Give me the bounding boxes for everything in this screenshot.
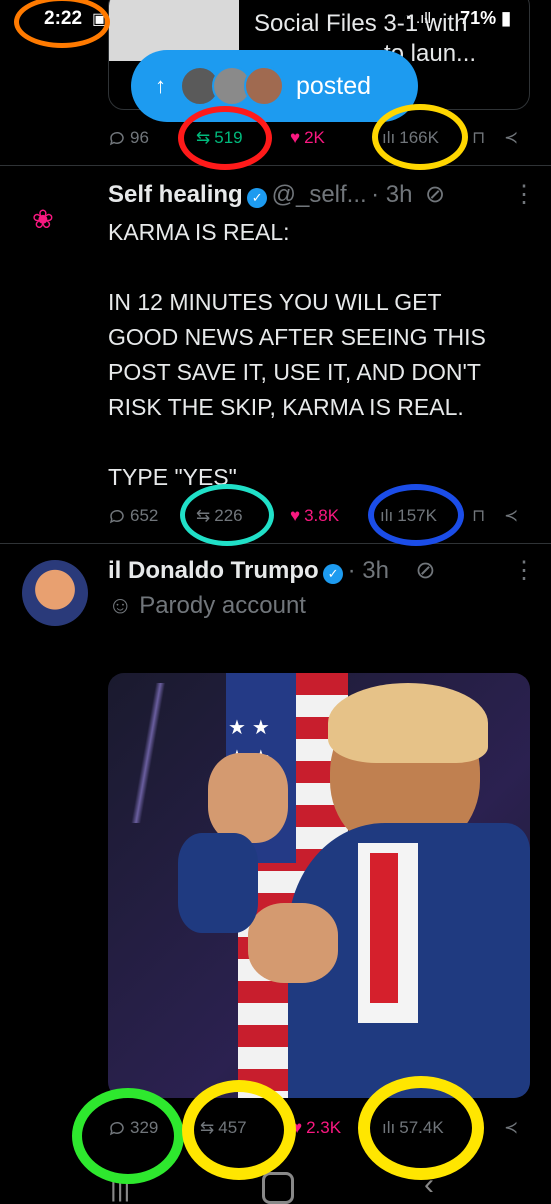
like-button[interactable]: ♥ 2.3K	[292, 1118, 341, 1138]
bookmark-button[interactable]: ⊓	[472, 506, 485, 526]
bookmark-button[interactable]: ⊓	[472, 128, 485, 148]
reply-button[interactable]: 652	[108, 506, 158, 526]
verified-badge-icon: ✓	[247, 187, 268, 208]
avatar[interactable]	[22, 560, 88, 626]
highlight-circle	[182, 1080, 296, 1180]
author-handle[interactable]: @_self...	[272, 181, 367, 208]
avatar	[244, 66, 284, 106]
author-name[interactable]: Self healing	[108, 181, 243, 208]
arrow-up-icon: ↑	[155, 73, 166, 98]
highlight-circle	[14, 0, 110, 48]
like-button[interactable]: ♥ 3.8K	[290, 506, 339, 526]
heart-icon: ♥	[290, 506, 301, 525]
hand	[208, 753, 288, 843]
share-icon: ≺	[504, 128, 519, 147]
more-options-icon[interactable]: ⋮	[512, 556, 536, 585]
bookmark-icon: ⊓	[472, 506, 486, 525]
heart-icon: ♥	[290, 128, 301, 147]
highlight-circle	[368, 484, 464, 546]
tweet2-header: Self healing ✓ @_self... · 3h ⊘	[108, 180, 445, 209]
reply-icon	[109, 131, 124, 146]
highlight-circle	[178, 106, 272, 170]
tweet3-header: il Donaldo Trumpo ✓ · 3h ⊘	[108, 556, 435, 585]
highlight-circle	[180, 484, 274, 546]
hair	[328, 683, 488, 763]
stage-light	[118, 683, 188, 823]
tweet-text: KARMA IS REAL: IN 12 MINUTES YOU WILL GE…	[108, 219, 486, 490]
tweet1-actions: 96 ⇆ 519 ♥ 2K ılı 166K ⊓ ≺	[0, 126, 551, 150]
more-options-icon[interactable]: ⋮	[512, 180, 536, 209]
share-icon: ≺	[504, 1118, 519, 1137]
tweet-image[interactable]: ★★★★★★★★	[108, 673, 530, 1098]
bookmark-icon: ⊓	[472, 128, 486, 147]
post-time: · 3h	[371, 181, 413, 208]
grok-icon[interactable]: ⊘	[415, 557, 435, 584]
highlight-circle	[72, 1088, 184, 1184]
reply-icon	[109, 509, 124, 524]
hand	[248, 903, 338, 983]
home-nav-icon[interactable]	[262, 1172, 294, 1204]
like-button[interactable]: ♥ 2K	[290, 128, 325, 148]
grok-icon[interactable]: ⊘	[425, 181, 445, 208]
tie	[370, 853, 398, 1003]
new-posts-pill[interactable]: ↑ posted	[131, 50, 418, 122]
share-icon: ≺	[504, 506, 519, 525]
author-name[interactable]: il Donaldo Trumpo	[108, 557, 319, 584]
share-button[interactable]: ≺	[504, 1118, 518, 1138]
verified-badge-icon: ✓	[323, 563, 344, 584]
share-button[interactable]: ≺	[504, 506, 518, 526]
mask-icon: ☺	[108, 592, 133, 619]
divider	[0, 543, 551, 544]
divider	[0, 165, 551, 166]
post-time: · 3h	[347, 557, 389, 584]
highlight-circle	[358, 1076, 484, 1180]
tweet2-actions: 652 ⇆ 226 ♥ 3.8K ılı 157K ⊓ ≺	[0, 504, 551, 528]
sleeve	[178, 833, 258, 933]
parody-label: ☺ Parody account	[108, 592, 306, 619]
lotus-avatar-icon[interactable]: ❀	[32, 204, 54, 235]
highlight-circle	[372, 104, 468, 170]
posted-label: posted	[296, 71, 372, 100]
reply-button[interactable]: 96	[108, 128, 149, 148]
share-button[interactable]: ≺	[504, 128, 518, 148]
